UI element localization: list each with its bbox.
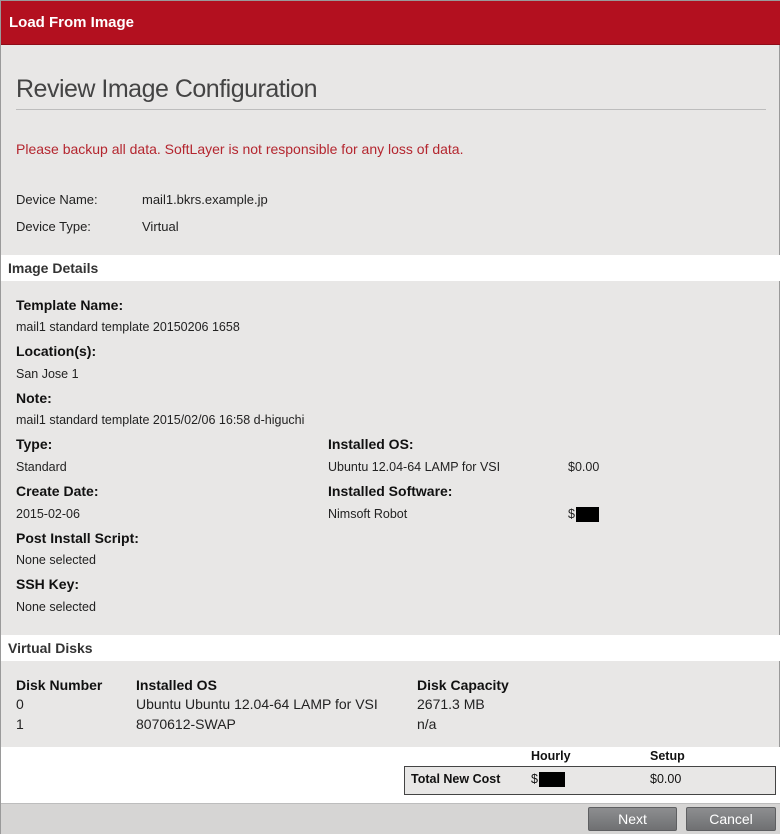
type-value: Standard (16, 460, 67, 474)
redacted-software-price (576, 507, 599, 522)
title-divider (16, 109, 766, 110)
page-title: Review Image Configuration (16, 75, 318, 103)
setup-column-header: Setup (650, 749, 685, 763)
note-label: Note: (16, 390, 52, 406)
disk-os-cell: Ubuntu Ubuntu 12.04-64 LAMP for VSI (136, 696, 378, 712)
total-new-cost-label: Total New Cost (411, 772, 501, 786)
disk-capacity-cell: n/a (417, 716, 437, 732)
dialog-titlebar: Load From Image (1, 1, 780, 45)
installed-os-price: $0.00 (568, 460, 600, 474)
template-name-label: Template Name: (16, 297, 124, 313)
create-date-value: 2015-02-06 (16, 507, 80, 521)
device-type-label: Device Type: (16, 219, 91, 234)
disk-number-cell: 1 (16, 716, 24, 732)
device-name-label: Device Name: (16, 192, 98, 207)
disk-capacity-column-header: Disk Capacity (417, 677, 509, 693)
installed-software-value: Nimsoft Robot (328, 507, 408, 521)
hourly-cost-prefix: $ (531, 772, 538, 786)
installed-os-column-header: Installed OS (136, 677, 217, 693)
locations-label: Location(s): (16, 343, 97, 359)
redacted-hourly-cost (539, 772, 565, 787)
ssh-key-label: SSH Key: (16, 576, 80, 592)
template-name-value: mail1 standard template 20150206 1658 (16, 320, 240, 334)
image-details-heading: Image Details (8, 260, 99, 276)
device-name-value: mail1.bkrs.example.jp (142, 192, 268, 207)
cancel-button[interactable]: Cancel (686, 807, 776, 831)
load-from-image-dialog: Load From Image Review Image Configurati… (0, 0, 780, 834)
image-details-header: Image Details (1, 255, 780, 281)
note-value: mail1 standard template 2015/02/06 16:58… (16, 413, 305, 427)
ssh-key-value: None selected (16, 600, 96, 614)
disk-number-cell: 0 (16, 696, 24, 712)
installed-software-price-prefix: $ (568, 507, 575, 521)
type-label: Type: (16, 436, 53, 452)
disk-number-column-header: Disk Number (16, 677, 103, 693)
hourly-column-header: Hourly (531, 749, 571, 763)
next-button[interactable]: Next (588, 807, 677, 831)
installed-os-label: Installed OS: (328, 436, 414, 452)
virtual-disks-header: Virtual Disks (1, 635, 780, 661)
disk-os-cell: 8070612-SWAP (136, 716, 236, 732)
create-date-label: Create Date: (16, 483, 99, 499)
virtual-disks-heading: Virtual Disks (8, 640, 93, 656)
device-type-value: Virtual (142, 219, 179, 234)
backup-warning: Please backup all data. SoftLayer is not… (16, 141, 464, 157)
installed-software-label: Installed Software: (328, 483, 453, 499)
post-install-script-value: None selected (16, 553, 96, 567)
locations-value: San Jose 1 (16, 367, 79, 381)
setup-cost-value: $0.00 (650, 772, 682, 786)
post-install-script-label: Post Install Script: (16, 530, 139, 546)
installed-os-value: Ubuntu 12.04-64 LAMP for VSI (328, 460, 501, 474)
dialog-title: Load From Image (9, 14, 135, 31)
disk-capacity-cell: 2671.3 MB (417, 696, 485, 712)
